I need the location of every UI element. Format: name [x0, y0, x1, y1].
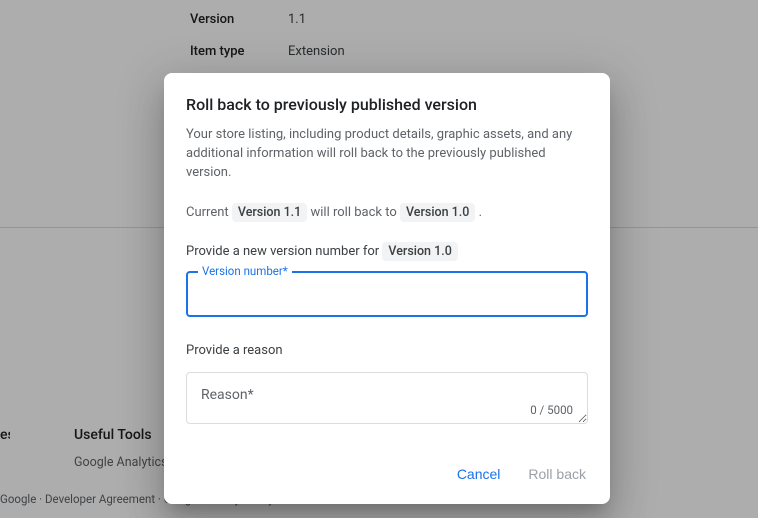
new-version-for-chip: Version 1.0	[382, 242, 457, 261]
dialog-title: Roll back to previously published versio…	[186, 95, 588, 114]
cancel-button[interactable]: Cancel	[447, 458, 511, 490]
current-prefix: Current	[186, 205, 229, 220]
period: .	[479, 205, 482, 220]
reason-field[interactable]: 0 / 5000	[186, 372, 588, 424]
version-number-label: Version number*	[198, 264, 292, 278]
rollback-button[interactable]: Roll back	[518, 458, 596, 490]
rollback-summary-line: Current Version 1.1 will roll back to Ve…	[186, 203, 588, 222]
reason-textarea[interactable]	[187, 373, 587, 423]
new-version-instruction: Provide a new version number for Version…	[186, 242, 588, 261]
rollback-dialog: Roll back to previously published versio…	[164, 73, 610, 504]
current-version-chip: Version 1.1	[232, 203, 307, 222]
dialog-actions: Cancel Roll back	[164, 442, 610, 504]
new-version-prefix: Provide a new version number for	[186, 244, 379, 259]
reason-heading: Provide a reason	[186, 343, 588, 358]
rollback-middle-text: will roll back to	[311, 205, 397, 220]
target-version-chip: Version 1.0	[400, 203, 475, 222]
version-number-field[interactable]: Version number*	[186, 271, 588, 317]
dialog-description: Your store listing, including product de…	[186, 126, 588, 183]
